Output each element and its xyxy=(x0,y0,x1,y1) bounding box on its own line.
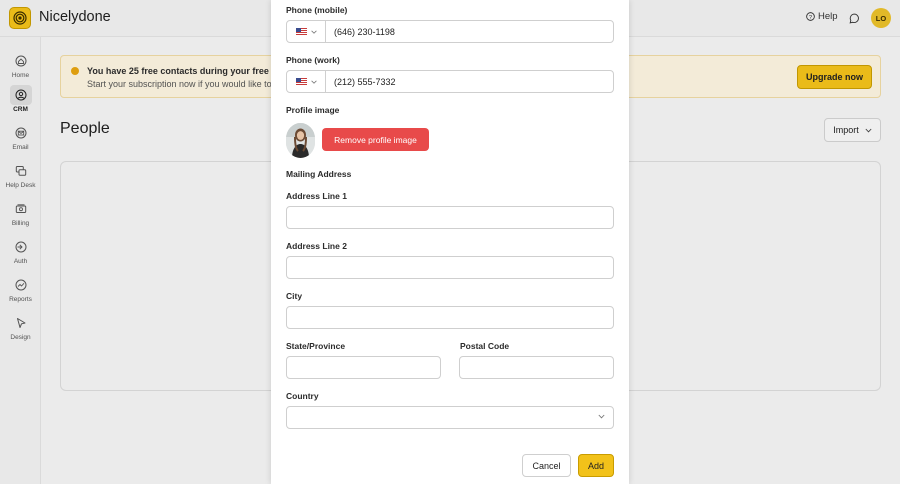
country-code-select[interactable] xyxy=(287,21,326,42)
chevron-down-icon xyxy=(598,414,605,419)
country-code-select[interactable] xyxy=(287,71,326,92)
phone-work-input[interactable]: (212) 555-7332 xyxy=(326,71,396,92)
mailing-address-heading: Mailing Address xyxy=(286,169,352,179)
postal-code-label: Postal Code xyxy=(460,341,510,351)
address-line-2-label: Address Line 2 xyxy=(286,241,347,251)
us-flag-icon xyxy=(295,28,307,35)
country-label: Country xyxy=(286,391,319,401)
us-flag-icon xyxy=(295,78,307,85)
chevron-down-icon xyxy=(310,30,317,34)
profile-image-label: Profile image xyxy=(286,105,340,115)
address-line-2-input[interactable] xyxy=(286,256,614,279)
add-button[interactable]: Add xyxy=(578,454,614,477)
state-label: State/Province xyxy=(286,341,346,351)
profile-image-preview xyxy=(286,123,315,158)
city-input[interactable] xyxy=(286,306,614,329)
chevron-down-icon xyxy=(310,80,317,84)
add-person-modal: Phone (mobile) (646) 230-1198 Phone (wor… xyxy=(271,0,629,484)
address-line-1-label: Address Line 1 xyxy=(286,191,347,201)
postal-code-input[interactable] xyxy=(459,356,614,379)
phone-mobile-field[interactable]: (646) 230-1198 xyxy=(286,20,614,43)
remove-profile-image-button[interactable]: Remove profile image xyxy=(322,128,429,151)
phone-mobile-input[interactable]: (646) 230-1198 xyxy=(326,21,395,42)
state-input[interactable] xyxy=(286,356,441,379)
country-select[interactable] xyxy=(286,406,614,429)
address-line-1-input[interactable] xyxy=(286,206,614,229)
city-label: City xyxy=(286,291,303,301)
phone-work-field[interactable]: (212) 555-7332 xyxy=(286,70,614,93)
phone-work-label: Phone (work) xyxy=(286,55,340,65)
phone-mobile-label: Phone (mobile) xyxy=(286,5,348,15)
cancel-button[interactable]: Cancel xyxy=(522,454,571,477)
